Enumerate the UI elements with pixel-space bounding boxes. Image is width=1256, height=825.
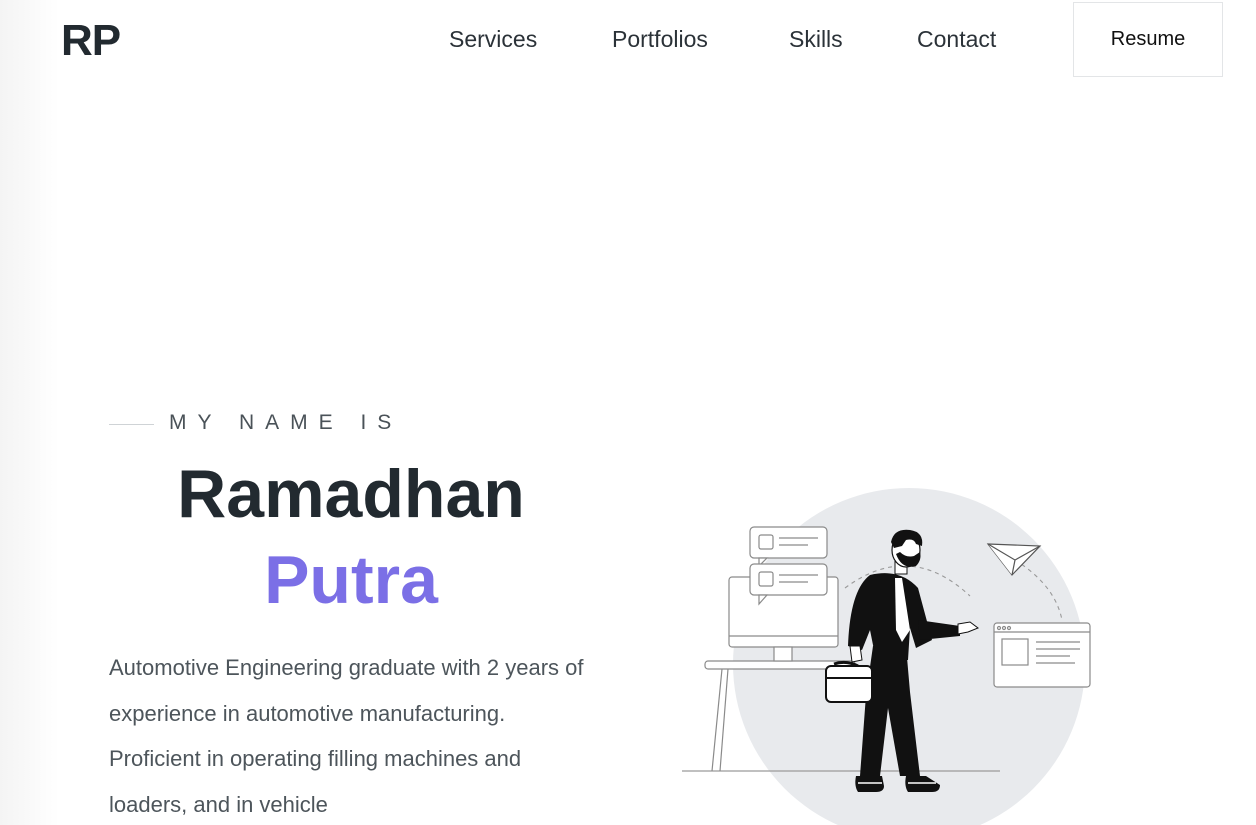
browser-window-icon (993, 622, 1091, 688)
hero-last-name: Putra (264, 542, 438, 618)
page: RP Services Portfolios Skills Contact Re… (0, 0, 1256, 825)
nav-portfolios-link[interactable]: Portfolios (612, 26, 708, 53)
man-with-briefcase-illustration (682, 488, 1091, 825)
logo[interactable]: RP (61, 16, 121, 66)
resume-button[interactable]: Resume (1073, 2, 1223, 77)
chat-bubble-icon (749, 526, 828, 606)
nav-contact-link[interactable]: Contact (917, 26, 996, 53)
hero-first-name: Ramadhan (177, 456, 525, 532)
eyebrow-text: MY NAME IS (169, 411, 403, 434)
nav-skills-link[interactable]: Skills (789, 26, 843, 53)
left-shadow (0, 0, 60, 825)
eyebrow-divider (109, 424, 154, 425)
hero-bio: Automotive Engineering graduate with 2 y… (109, 655, 584, 817)
nav-services-link[interactable]: Services (449, 26, 537, 53)
